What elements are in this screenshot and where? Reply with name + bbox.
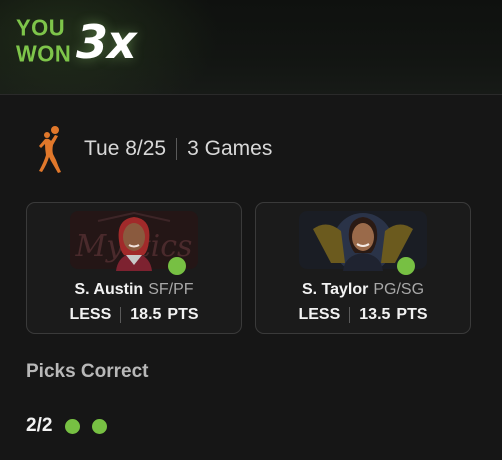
- player-position: PG/SG: [373, 281, 425, 298]
- pick-value: 13.5: [359, 306, 391, 323]
- player-headshot: [116, 217, 152, 271]
- win-banner: YOU WON 3x: [0, 0, 502, 95]
- pick-direction: LESS: [298, 306, 341, 323]
- correct-indicator: [397, 257, 415, 275]
- slate-games: 3 Games: [187, 137, 273, 160]
- player-info: S. Taylor PG/SG: [256, 281, 470, 299]
- pick-card-austin[interactable]: Mystics S. AustinSF/PF LESS 18.5 PTS: [26, 202, 242, 334]
- multiplier-label: 3x: [76, 15, 137, 69]
- picks-correct-title: Picks Correct: [26, 361, 149, 382]
- pick-stat: PTS: [167, 306, 199, 323]
- player-position: SF/PF: [148, 281, 194, 298]
- you-label: YOU: [16, 14, 66, 41]
- slate-info: Tue 8/25 3 Games: [36, 124, 272, 174]
- correct-pick-dot: [92, 418, 108, 434]
- picks-correct-count: 2/2: [26, 415, 53, 436]
- slate-date: Tue 8/25: [84, 137, 167, 160]
- pick-value: 18.5: [130, 306, 162, 323]
- player-headshot: [343, 217, 383, 271]
- pick-direction: LESS: [69, 306, 112, 323]
- basketball-player-icon: [39, 126, 61, 173]
- won-label: WON: [16, 40, 72, 67]
- pick-stat: PTS: [396, 306, 428, 323]
- picks-correct-summary: 2/2: [26, 415, 108, 437]
- divider: [349, 307, 351, 323]
- divider: [176, 138, 178, 160]
- pick-line: LESS 13.5 PTS: [256, 306, 470, 324]
- divider: [120, 307, 122, 323]
- player-info: S. Austin SF/PF: [27, 281, 241, 299]
- player-name: S. Taylor: [301, 281, 369, 298]
- correct-indicator: [168, 257, 186, 275]
- player-name: S. Austin: [74, 281, 144, 298]
- pick-line: LESS 18.5 PTS: [27, 306, 241, 324]
- correct-pick-dot: [65, 418, 81, 434]
- pick-card-taylor[interactable]: S. Taylor PG/SG LESS 13.5 PTS: [255, 202, 471, 334]
